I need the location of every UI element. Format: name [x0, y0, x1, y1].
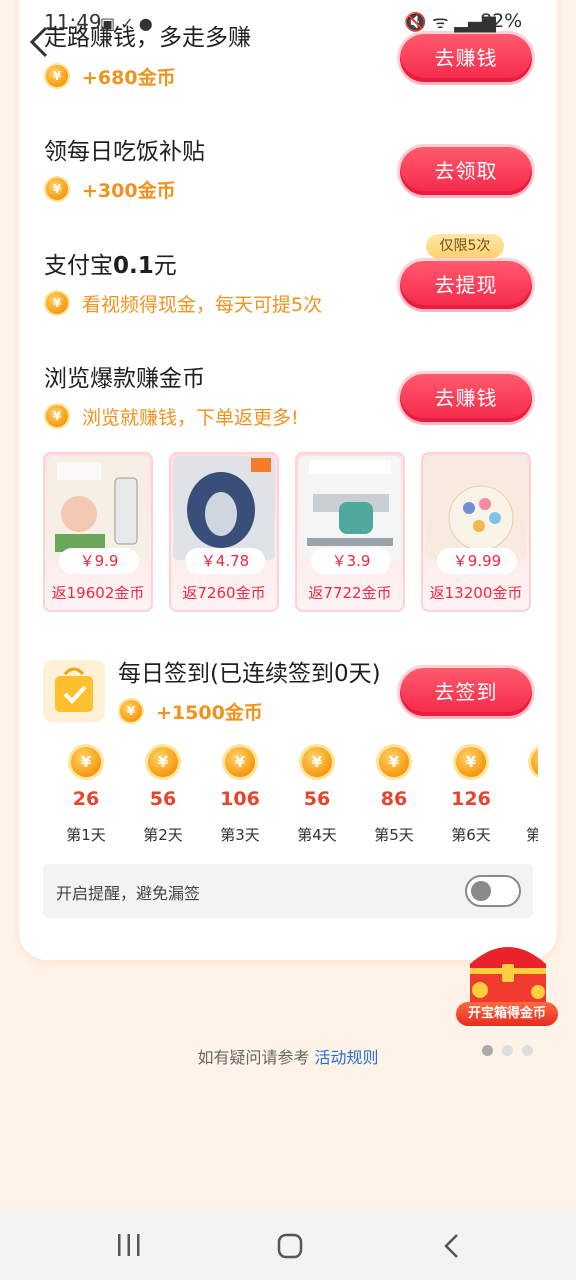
withdraw-button[interactable]: 去提现: [400, 261, 532, 309]
product-image: [299, 456, 401, 560]
product-rebate: 返13200金币: [429, 584, 523, 602]
coin-icon: ¥: [68, 744, 104, 780]
page-dot: [522, 1045, 533, 1056]
checkin-title: 每日签到(已连续签到0天): [118, 661, 381, 687]
reminder-label: 开启提醒，避免漏签: [56, 884, 201, 903]
reward-text: +1500金币: [156, 701, 263, 724]
title-unit: 元: [153, 253, 177, 279]
coin-icon: ¥: [528, 744, 538, 780]
checkin-day: ¥ 26 第1天: [56, 744, 116, 845]
notification-icons: ▣ ✓ ●: [100, 14, 153, 33]
battery-level: 82%: [480, 10, 523, 32]
coin-icon: ¥: [44, 63, 70, 89]
product-rebate: 返7722金币: [308, 584, 392, 602]
product-image: [425, 456, 527, 560]
coin-icon: ¥: [376, 744, 412, 780]
checkin-reward: ¥ +1500金币: [118, 695, 263, 727]
browse-earn-button[interactable]: 去赚钱: [400, 374, 532, 422]
day-label: 第: [526, 826, 538, 844]
treasure-label: 开宝箱得金币: [456, 1002, 558, 1026]
product-card[interactable]: ￥3.9 返7722金币: [295, 452, 405, 612]
product-price: ￥4.78: [185, 548, 265, 574]
reminder-row: 开启提醒，避免漏签: [43, 864, 533, 918]
product-price: ￥3.9: [311, 548, 391, 574]
reward-text: +680金币: [82, 66, 176, 89]
coin-icon: ¥: [145, 744, 181, 780]
day-amount: 56: [149, 788, 177, 810]
task-reward: ¥ 看视频得现金，每天可提5次: [44, 287, 322, 319]
help-text: 如有疑问请参考: [197, 1048, 315, 1067]
task-title: 浏览爆款赚金币: [44, 366, 205, 392]
reward-text: 浏览就赚钱，下单返更多!: [82, 406, 299, 429]
home-icon[interactable]: [276, 1232, 304, 1260]
product-image: [47, 456, 149, 560]
day-amount: 86: [380, 788, 408, 810]
back-button[interactable]: [22, 22, 58, 58]
title-amount: 0.1: [113, 253, 154, 279]
rules-link[interactable]: 活动规则: [315, 1048, 379, 1067]
back-nav-icon[interactable]: [440, 1232, 464, 1260]
day-label: 第6天: [451, 826, 491, 844]
product-card[interactable]: ￥4.78 返7260金币: [169, 452, 279, 612]
day-amount: 126: [451, 788, 491, 810]
chevron-left-icon: [29, 26, 48, 58]
checkin-day: ¥ 56 第4天: [287, 744, 347, 845]
task-reward: ¥ +300金币: [44, 173, 176, 205]
treasure-chest-button[interactable]: 开宝箱得金币: [452, 934, 564, 1030]
day-amount: 56: [303, 788, 331, 810]
checkin-day: ¥ 86 第5天: [364, 744, 424, 845]
recent-apps-icon[interactable]: [114, 1232, 144, 1258]
day-amount: [518, 788, 538, 810]
checkin-bag-icon: [43, 660, 105, 722]
coin-icon: ¥: [44, 290, 70, 316]
product-card[interactable]: ￥9.99 返13200金币: [421, 452, 531, 612]
reminder-toggle[interactable]: [465, 875, 521, 907]
page-indicator: [482, 1045, 542, 1056]
reward-text: +300金币: [82, 179, 176, 202]
page-dot-active: [482, 1045, 493, 1056]
product-price: ￥9.9: [59, 548, 139, 574]
day-label: 第4天: [297, 826, 337, 844]
coin-icon: ¥: [118, 698, 144, 724]
product-price: ￥9.99: [437, 548, 517, 574]
status-bar: 11:49 ▣ ✓ ● 🔇 ᯤ ▂▄▆ 82%: [0, 0, 576, 48]
checkin-day: ¥ 106 第3天: [210, 744, 270, 845]
reward-text: 看视频得现金，每天可提5次: [82, 293, 323, 316]
day-amount: 106: [220, 788, 260, 810]
claim-subsidy-button[interactable]: 去领取: [400, 147, 532, 195]
system-nav-bar: [0, 1208, 576, 1280]
checkin-day-partial: ¥ 第: [518, 744, 538, 845]
day-amount: 26: [72, 788, 100, 810]
checkin-button[interactable]: 去签到: [400, 668, 532, 716]
day-label: 第5天: [374, 826, 414, 844]
product-rebate: 返19602金币: [51, 584, 145, 602]
task-reward: ¥ 浏览就赚钱，下单返更多!: [44, 400, 299, 432]
limit-badge: 仅限5次: [426, 234, 504, 258]
task-title: 支付宝0.1元: [44, 246, 177, 280]
coin-icon: ¥: [222, 744, 258, 780]
product-image: [173, 456, 275, 560]
coin-icon: ¥: [44, 403, 70, 429]
page-dot: [502, 1045, 513, 1056]
day-label: 第3天: [220, 826, 260, 844]
product-card[interactable]: ￥9.9 返19602金币: [43, 452, 153, 612]
checkin-day: ¥ 126 第6天: [441, 744, 501, 845]
coin-icon: ¥: [44, 176, 70, 202]
checkin-day: ¥ 56 第2天: [133, 744, 193, 845]
coin-icon: ¥: [299, 744, 335, 780]
task-reward: ¥ +680金币: [44, 60, 176, 92]
day-label: 第2天: [143, 826, 183, 844]
product-rebate: 返7260金币: [182, 584, 266, 602]
task-title: 领每日吃饭补贴: [44, 139, 205, 165]
day-label: 第1天: [66, 826, 106, 844]
toggle-knob: [471, 881, 491, 901]
title-text: 支付宝: [44, 253, 113, 279]
coin-icon: ¥: [453, 744, 489, 780]
